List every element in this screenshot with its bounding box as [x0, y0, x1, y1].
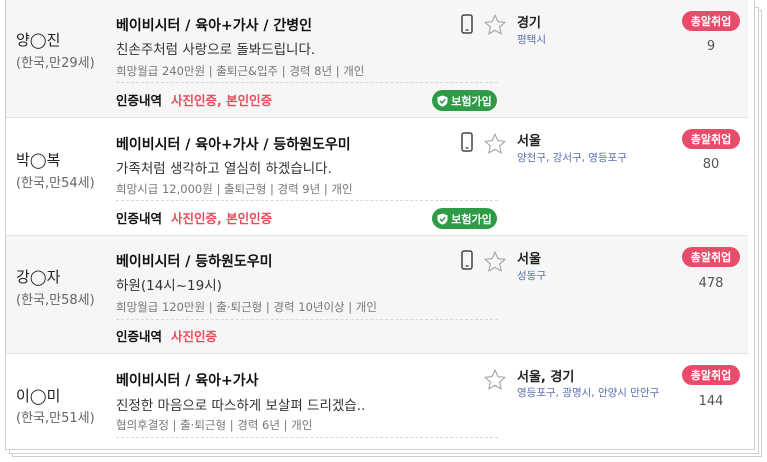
hire-count: 80	[702, 157, 720, 172]
caregiver-name: 강◯자	[16, 268, 61, 286]
star-favorite-icon[interactable]	[483, 13, 507, 37]
job-conditions: 협의후결정 | 출·퇴근형 | 경력 6년 | 개인	[116, 418, 313, 432]
caregiver-name: 이◯미	[16, 387, 61, 405]
quick-hire-badge: 총알취업	[682, 129, 740, 149]
list-item[interactable]: 이◯미 (한국,만51세) 베이비시터 / 육아+가사 진정한 마음으로 따스하…	[6, 354, 748, 449]
dashed-divider	[116, 319, 498, 320]
intro-text[interactable]: 하원(14시~19시)	[116, 274, 222, 294]
region-detail: 양천구, 강서구, 영등포구	[517, 152, 627, 164]
service-title[interactable]: 베이비시터 / 육아+가사	[116, 370, 259, 390]
dashed-divider	[116, 82, 498, 83]
mobile-phone-icon	[461, 14, 473, 34]
job-conditions: 희망월급 240만원 | 출퇴근&입주 | 경력 8년 | 개인	[116, 64, 365, 78]
mobile-phone-icon	[461, 132, 473, 152]
intro-text[interactable]: 진정한 마음으로 따스하게 보살펴 드리겠습..	[116, 394, 365, 414]
quick-hire-badge: 총알취업	[682, 11, 740, 31]
star-favorite-icon[interactable]	[483, 250, 507, 274]
caregiver-name: 박◯복	[16, 151, 61, 169]
hire-count: 9	[706, 39, 716, 54]
cert-label: 인증내역	[116, 329, 163, 344]
intro-text[interactable]: 가족처럼 생각하고 열심히 하겠습니다.	[116, 157, 332, 177]
job-conditions: 희망월급 120만원 | 출·퇴근형 | 경력 10년이상 | 개인	[116, 300, 377, 314]
list-item[interactable]: 강◯자 (한국,만58세) 베이비시터 / 등하원도우미 하원(14시~19시)…	[6, 236, 748, 354]
cert-label: 인증내역	[116, 211, 163, 226]
hire-count: 478	[698, 276, 724, 291]
service-title[interactable]: 베이비시터 / 육아+가사 / 간병인	[116, 15, 312, 35]
service-title[interactable]: 베이비시터 / 육아+가사 / 등하원도우미	[116, 134, 351, 154]
caregiver-name: 양◯진	[16, 31, 61, 49]
cert-value: 사진인증, 본인인증	[171, 211, 273, 226]
quick-hire-badge: 총알취업	[682, 247, 740, 267]
list-item[interactable]: 박◯복 (한국,만54세) 베이비시터 / 육아+가사 / 등하원도우미 가족처…	[6, 118, 748, 236]
cert-value: 사진인증	[171, 329, 218, 344]
hire-count: 144	[698, 394, 724, 409]
caregiver-list: 양◯진 (한국,만29세) 베이비시터 / 육아+가사 / 간병인 친손주처럼 …	[5, 0, 755, 450]
dashed-divider	[116, 437, 498, 438]
region-main: 서울, 경기	[517, 370, 575, 385]
region-main: 서울	[517, 252, 541, 267]
region-detail: 영등포구, 광명시, 안양시 만안구	[517, 387, 660, 399]
insurance-label: 보험가입	[451, 94, 492, 108]
caregiver-age: (한국,만58세)	[16, 293, 95, 308]
quick-hire-badge: 총알취업	[682, 365, 740, 385]
cert-label: 인증내역	[116, 93, 163, 108]
region-detail: 성동구	[517, 270, 546, 282]
insurance-label: 보험가입	[451, 212, 492, 226]
mobile-phone-icon	[461, 250, 473, 270]
service-title[interactable]: 베이비시터 / 등하원도우미	[116, 251, 273, 271]
caregiver-age: (한국,만51세)	[16, 411, 95, 426]
cert-value: 사진인증, 본인인증	[171, 93, 273, 108]
shield-check-icon	[437, 213, 448, 225]
dashed-divider	[116, 200, 498, 201]
star-favorite-icon[interactable]	[483, 132, 507, 156]
region-main: 서울	[517, 134, 541, 149]
star-favorite-icon[interactable]	[483, 368, 507, 392]
region-main: 경기	[517, 16, 541, 31]
caregiver-age: (한국,만29세)	[16, 56, 95, 71]
caregiver-age: (한국,만54세)	[16, 176, 95, 191]
list-item[interactable]: 양◯진 (한국,만29세) 베이비시터 / 육아+가사 / 간병인 친손주처럼 …	[6, 0, 748, 118]
shield-check-icon	[437, 95, 448, 107]
insurance-badge: 보험가입	[432, 90, 497, 111]
insurance-badge: 보험가입	[432, 208, 497, 229]
region-detail: 평택시	[517, 34, 546, 46]
job-conditions: 희망시급 12,000원 | 출퇴근형 | 경력 9년 | 개인	[116, 182, 353, 196]
intro-text[interactable]: 친손주처럼 사랑으로 돌봐드립니다.	[116, 38, 315, 58]
